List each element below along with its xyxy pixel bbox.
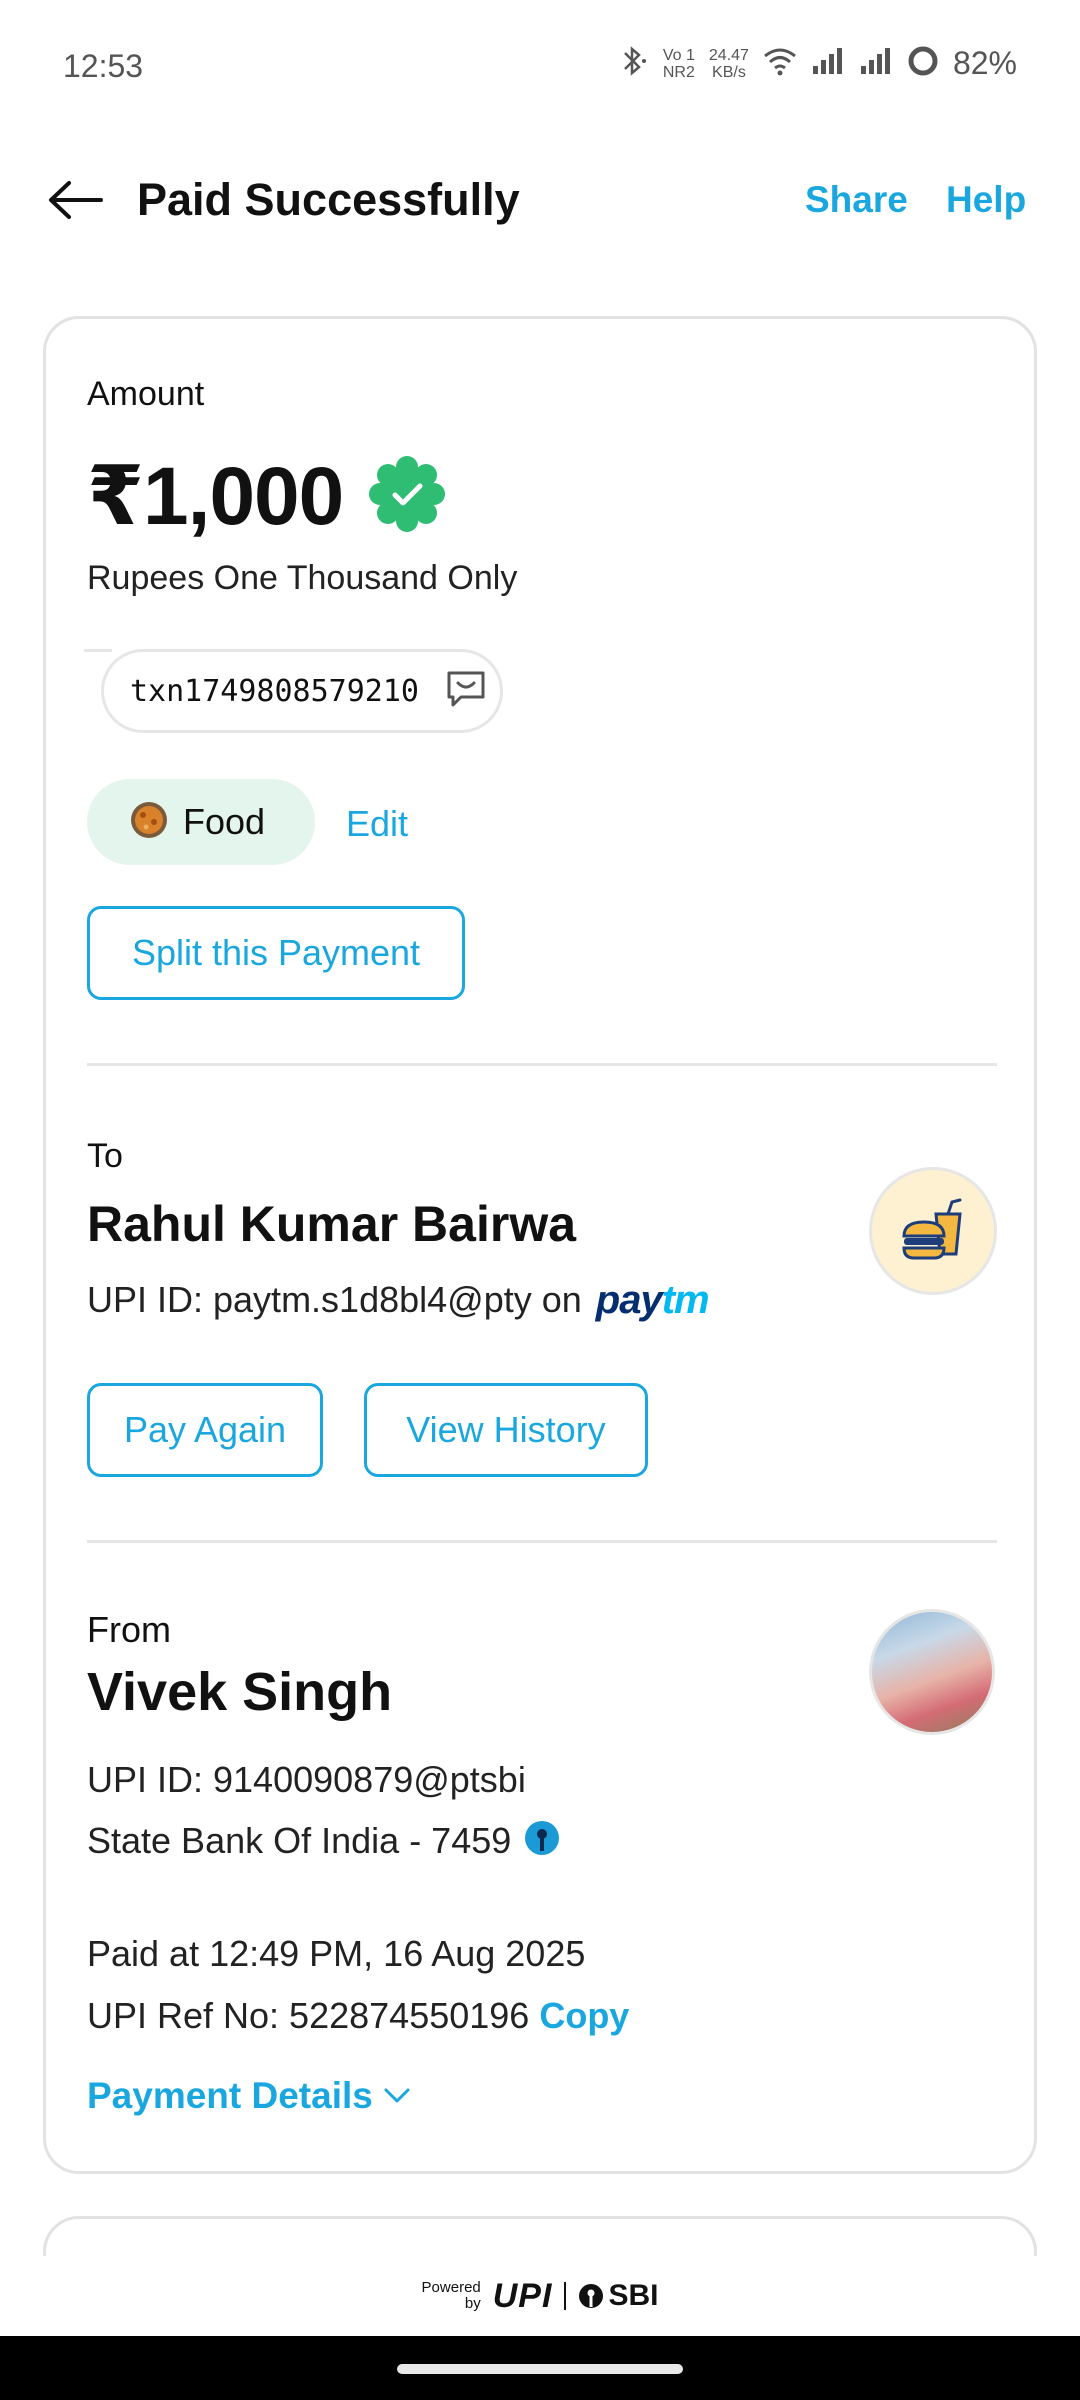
category-label: Food — [183, 801, 266, 842]
sender-bank-row: State Bank Of India - 7459 — [87, 1819, 561, 1862]
payment-details-toggle[interactable]: Payment Details — [87, 2075, 411, 2117]
signal-icon — [811, 46, 845, 81]
powered-by-text: Powered by — [421, 2279, 481, 2312]
from-label: From — [87, 1609, 171, 1650]
upi-ref-number: UPI Ref No: 522874550196 — [87, 1995, 530, 2036]
split-payment-button[interactable]: Split this Payment — [87, 906, 465, 1000]
sbi-logo: SBI — [578, 2279, 658, 2313]
amount-label: Amount — [87, 375, 205, 413]
recipient-avatar — [869, 1167, 997, 1295]
sbi-symbol-icon — [579, 2284, 604, 2308]
arrow-left-icon — [49, 181, 103, 219]
chevron-down-icon — [384, 2088, 410, 2103]
status-icons: Vo 1 NR2 24.47 KB/s 82% — [617, 44, 1017, 83]
verified-badge-icon — [367, 454, 447, 539]
status-bar: 12:53 Vo 1 NR2 24.47 KB/s 82% — [0, 0, 1080, 136]
battery-percent: 82% — [952, 45, 1017, 81]
pay-again-button[interactable]: Pay Again — [87, 1383, 323, 1477]
bluetooth-icon — [617, 44, 649, 83]
help-button[interactable]: Help — [946, 170, 1026, 230]
sender-name: Vivek Singh — [87, 1662, 393, 1722]
home-gesture-handle[interactable] — [397, 2364, 683, 2374]
payment-card: Amount ₹1,000 Rupees One Thousand Only t… — [43, 316, 1037, 2174]
app-header: Paid Successfully Share Help — [0, 150, 1080, 250]
upi-logo: UPI — [492, 2276, 553, 2315]
view-history-button[interactable]: View History — [364, 1383, 648, 1477]
transaction-note: txn1749808579210 — [130, 673, 419, 709]
recipient-upi-id: UPI ID: paytm.s1d8bl4@pty on — [87, 1279, 582, 1320]
back-button[interactable] — [40, 170, 110, 230]
sender-upi-id: UPI ID: 9140090879@ptsbi — [87, 1759, 526, 1800]
divider — [87, 1540, 997, 1543]
status-time: 12:53 — [63, 48, 144, 84]
recipient-name: Rahul Kumar Bairwa — [87, 1196, 577, 1252]
paid-at: Paid at 12:49 PM, 16 Aug 2025 — [87, 1933, 586, 1974]
network-speed: 24.47 KB/s — [708, 46, 749, 81]
to-label: To — [87, 1137, 123, 1175]
sender-avatar — [869, 1609, 995, 1735]
edit-category-button[interactable]: Edit — [346, 803, 408, 845]
battery-icon — [907, 45, 939, 82]
ref-row: UPI Ref No: 522874550196 Copy — [87, 1995, 629, 2037]
page-title: Paid Successfully — [137, 174, 520, 225]
divider — [87, 1063, 997, 1066]
sender-bank: State Bank Of India - 7459 — [87, 1819, 512, 1861]
powered-by-footer: Powered by UPI SBI — [0, 2256, 1080, 2336]
payment-details-label: Payment Details — [87, 2075, 373, 2116]
category-chip[interactable]: Food — [87, 779, 315, 865]
sbi-logo-icon — [523, 1819, 561, 1862]
food-plate-icon — [129, 800, 169, 845]
message-icon[interactable] — [445, 669, 487, 714]
food-drink-icon — [902, 1198, 962, 1260]
amount-value: ₹1,000 — [87, 451, 344, 542]
signal-icon — [859, 46, 893, 81]
share-button[interactable]: Share — [805, 170, 908, 230]
amount-in-words: Rupees One Thousand Only — [87, 559, 518, 597]
paytm-logo: paytm — [595, 1278, 710, 1322]
amount-row: ₹1,000 — [87, 449, 447, 544]
transaction-note-bubble: txn1749808579210 — [101, 649, 503, 733]
wifi-icon — [763, 46, 797, 81]
volte-indicator: Vo 1 NR2 — [662, 46, 695, 81]
recipient-upi-row: UPI ID: paytm.s1d8bl4@pty on paytm — [87, 1278, 710, 1322]
system-nav-bar — [0, 2336, 1080, 2400]
footer-separator — [564, 2282, 567, 2310]
copy-ref-button[interactable]: Copy — [539, 1995, 629, 2037]
